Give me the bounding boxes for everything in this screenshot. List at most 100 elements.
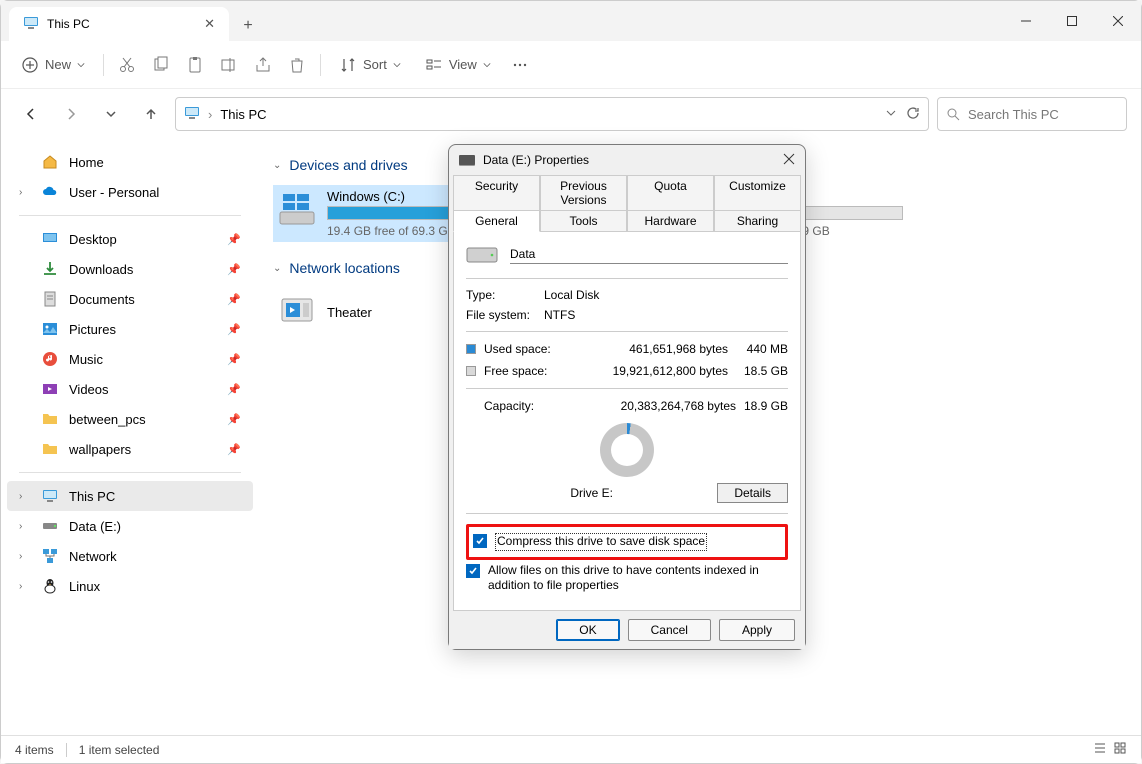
status-bar: 4 items 1 item selected xyxy=(1,735,1141,763)
view-button[interactable]: View xyxy=(415,50,501,80)
media-device-icon xyxy=(277,292,317,332)
filesystem-label: File system: xyxy=(466,308,534,322)
tab-sharing[interactable]: Sharing xyxy=(714,210,801,232)
tab-tools[interactable]: Tools xyxy=(540,210,627,232)
sidebar-item-thispc[interactable]: ›This PC xyxy=(7,481,253,511)
filesystem-value: NTFS xyxy=(544,308,575,322)
close-icon[interactable]: ✕ xyxy=(204,16,215,32)
sidebar-item-folder1[interactable]: ›between_pcs📌 xyxy=(7,404,253,434)
more-icon[interactable] xyxy=(505,50,535,80)
maximize-button[interactable] xyxy=(1049,1,1095,41)
sidebar-item-home[interactable]: ›Home xyxy=(7,147,253,177)
copy-icon[interactable] xyxy=(146,50,176,80)
folder-icon xyxy=(41,440,59,458)
pc-icon xyxy=(184,105,200,124)
dialog-buttons: OK Cancel Apply xyxy=(449,611,805,649)
pin-icon: 📌 xyxy=(227,413,241,426)
cancel-button[interactable]: Cancel xyxy=(628,619,711,641)
compress-label: Compress this drive to save disk space xyxy=(495,533,707,551)
new-label: New xyxy=(45,57,71,72)
up-button[interactable] xyxy=(135,98,167,130)
free-label: Free space: xyxy=(484,364,562,378)
sidebar-item-music[interactable]: ›Music📌 xyxy=(7,344,253,374)
capacity-label: Capacity: xyxy=(466,399,562,413)
pin-icon: 📌 xyxy=(227,353,241,366)
downloads-icon xyxy=(41,260,59,278)
tab-quota[interactable]: Quota xyxy=(627,175,714,211)
music-icon xyxy=(41,350,59,368)
chevron-down-icon: ⌄ xyxy=(273,160,281,171)
nav-row: › This PC Search This PC xyxy=(1,89,1141,139)
pin-icon: 📌 xyxy=(227,443,241,456)
share-icon[interactable] xyxy=(248,50,278,80)
tab-previous-versions[interactable]: Previous Versions xyxy=(540,175,627,211)
type-value: Local Disk xyxy=(544,288,599,302)
window-controls xyxy=(1003,1,1141,41)
sidebar-item-documents[interactable]: ›Documents📌 xyxy=(7,284,253,314)
recent-button[interactable] xyxy=(95,98,127,130)
sidebar-item-folder2[interactable]: ›wallpapers📌 xyxy=(7,434,253,464)
sidebar-item-pictures[interactable]: ›Pictures📌 xyxy=(7,314,253,344)
sidebar-item-network[interactable]: ›Network xyxy=(7,541,253,571)
search-icon xyxy=(946,107,960,121)
refresh-icon[interactable] xyxy=(906,106,920,123)
pin-icon: 📌 xyxy=(227,233,241,246)
tab-customize[interactable]: Customize xyxy=(714,175,801,211)
desktop-icon xyxy=(41,230,59,248)
close-icon[interactable] xyxy=(783,153,795,168)
new-button[interactable]: New xyxy=(11,50,95,80)
index-label: Allow files on this drive to have conten… xyxy=(488,563,788,594)
type-label: Type: xyxy=(466,288,534,302)
drive-icon xyxy=(459,155,475,165)
sidebar-item-downloads[interactable]: ›Downloads📌 xyxy=(7,254,253,284)
search-input[interactable]: Search This PC xyxy=(937,97,1127,131)
back-button[interactable] xyxy=(15,98,47,130)
sort-button[interactable]: Sort xyxy=(329,50,411,80)
minimize-button[interactable] xyxy=(1003,1,1049,41)
sidebar-item-data-e[interactable]: ›Data (E:) xyxy=(7,511,253,541)
view-details-icon[interactable] xyxy=(1093,741,1107,758)
ok-button[interactable]: OK xyxy=(556,619,619,641)
sidebar-item-user[interactable]: ›User - Personal xyxy=(7,177,253,207)
toolbar: New Sort View xyxy=(1,41,1141,89)
drive-icon xyxy=(277,189,317,229)
tab-this-pc[interactable]: This PC ✕ xyxy=(9,7,229,41)
details-button[interactable]: Details xyxy=(717,483,788,503)
breadcrumb[interactable]: This PC xyxy=(220,107,266,122)
delete-icon[interactable] xyxy=(282,50,312,80)
tab-hardware[interactable]: Hardware xyxy=(627,210,714,232)
properties-dialog: Data (E:) Properties Security Previous V… xyxy=(448,144,806,650)
usage-pie-icon xyxy=(600,423,654,477)
highlight-annotation: Compress this drive to save disk space xyxy=(466,524,788,560)
rename-icon[interactable] xyxy=(214,50,244,80)
address-bar[interactable]: › This PC xyxy=(175,97,929,131)
pictures-icon xyxy=(41,320,59,338)
drive-icon xyxy=(41,517,59,535)
view-tiles-icon[interactable] xyxy=(1113,741,1127,758)
chevron-down-icon[interactable] xyxy=(884,106,898,123)
videos-icon xyxy=(41,380,59,398)
sidebar: ›Home ›User - Personal ›Desktop📌 ›Downlo… xyxy=(1,139,259,735)
new-tab-button[interactable]: + xyxy=(233,11,263,41)
dialog-tabs: Security Previous Versions Quota Customi… xyxy=(449,175,805,232)
sidebar-item-linux[interactable]: ›Linux xyxy=(7,571,253,601)
tab-general[interactable]: General xyxy=(453,210,540,232)
home-icon xyxy=(41,153,59,171)
apply-button[interactable]: Apply xyxy=(719,619,795,641)
tab-label: This PC xyxy=(47,17,90,31)
close-button[interactable] xyxy=(1095,1,1141,41)
dialog-title: Data (E:) Properties xyxy=(483,153,589,167)
pin-icon: 📌 xyxy=(227,383,241,396)
forward-button[interactable] xyxy=(55,98,87,130)
compress-checkbox[interactable] xyxy=(473,534,487,548)
index-checkbox[interactable] xyxy=(466,564,480,578)
drive-name-input[interactable] xyxy=(510,245,788,264)
paste-icon[interactable] xyxy=(180,50,210,80)
capacity-size: 18.9 GB xyxy=(736,399,788,413)
cut-icon[interactable] xyxy=(112,50,142,80)
chevron-right-icon: › xyxy=(208,107,212,122)
tab-security[interactable]: Security xyxy=(453,175,540,211)
sidebar-item-desktop[interactable]: ›Desktop📌 xyxy=(7,224,253,254)
sidebar-item-videos[interactable]: ›Videos📌 xyxy=(7,374,253,404)
used-bytes: 461,651,968 bytes xyxy=(570,342,728,356)
